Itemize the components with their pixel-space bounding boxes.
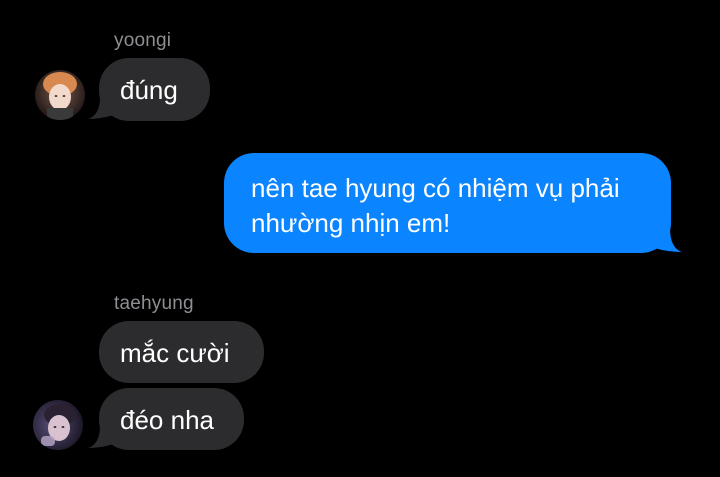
outgoing-message-bubble[interactable]: nên tae hyung có nhiệm vụ phải nhường nh… <box>224 153 671 253</box>
sender-name-yoongi: yoongi <box>114 30 172 51</box>
message-bubble-mac-cuoi[interactable]: mắc cười <box>99 321 264 383</box>
avatar-photo-yoongi <box>35 70 85 120</box>
outgoing-message-line-1: nên tae hyung có nhiệm vụ phải <box>251 173 620 203</box>
avatar-taehyung[interactable] <box>33 400 83 450</box>
message-thread: yoongi đúng nên tae hyung có nhiệm vụ ph… <box>0 0 720 477</box>
outgoing-message-line-2: nhường nhịn em! <box>251 208 451 238</box>
message-bubble-deo-nha[interactable]: đéo nha <box>99 388 244 450</box>
message-text: đéo nha <box>120 405 214 435</box>
message-bubble-dung[interactable]: đúng <box>99 58 210 121</box>
avatar-photo-taehyung <box>33 400 83 450</box>
message-text: mắc cười <box>120 338 230 368</box>
avatar-yoongi[interactable] <box>35 70 85 120</box>
message-text: đúng <box>120 75 178 105</box>
sender-name-taehyung: taehyung <box>114 293 194 314</box>
